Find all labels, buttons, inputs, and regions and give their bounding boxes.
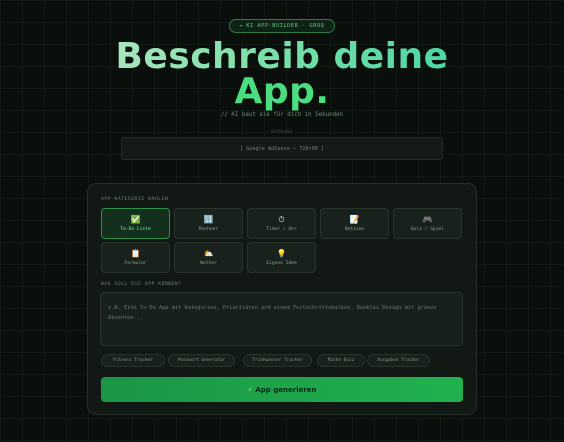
- calculator-icon: 🔢: [203, 215, 214, 224]
- hero-title-line2: App.: [234, 71, 330, 112]
- suggestion-chip[interactable]: Mathe Quiz: [317, 354, 365, 367]
- category-label: Rechner: [198, 227, 219, 232]
- suggestion-chip[interactable]: Trinkwasser Tracker: [243, 354, 312, 367]
- category-calculator[interactable]: 🔢 Rechner: [174, 208, 243, 239]
- check-icon: ✅: [130, 215, 141, 224]
- timer-icon: ⏱: [278, 215, 285, 224]
- ad-banner[interactable]: [ Google AdSense – 728×90 ]: [121, 137, 443, 160]
- suggestion-chip[interactable]: Ausgaben Tracker: [367, 354, 430, 367]
- app-badge: ✦ KI APP-BUILDER · GROQ: [229, 19, 335, 33]
- prompt-section-label: WAS SOLL DIE APP KÖNNEN?: [101, 282, 182, 287]
- lightbulb-icon: 💡: [276, 249, 287, 258]
- hero-title-line1: Beschreib deine: [0, 39, 564, 75]
- category-timer[interactable]: ⏱ Timer / Uhr: [247, 208, 316, 239]
- suggestion-chip[interactable]: Passwort Generator: [168, 354, 235, 367]
- category-label: Notizen: [344, 227, 365, 232]
- category-label: To-Do Liste: [120, 227, 151, 232]
- hero-subtitle: // KI baut sie für dich in Sekunden: [220, 112, 344, 118]
- suggestion-chip[interactable]: Fitness Tracker: [101, 354, 165, 367]
- badge-label: KI APP-BUILDER · GROQ: [246, 23, 325, 29]
- category-weather[interactable]: ⛅ Wetter: [174, 242, 243, 273]
- generate-button-label: App generieren: [255, 385, 317, 394]
- generate-app-button[interactable]: ⚡ App generieren: [101, 377, 463, 402]
- ad-label: WERBUNG: [271, 129, 293, 134]
- category-label: Quiz / Spiel: [410, 227, 445, 232]
- category-custom-idea[interactable]: 💡 Eigene Idee: [247, 242, 316, 273]
- category-quiz[interactable]: 🎮 Quiz / Spiel: [393, 208, 462, 239]
- form-icon: 📋: [130, 249, 141, 258]
- weather-icon: ⛅: [203, 249, 214, 258]
- sparkle-icon: ✦: [239, 23, 244, 29]
- gamepad-icon: 🎮: [422, 215, 433, 224]
- category-label: Formular: [124, 261, 147, 266]
- category-section-label: APP-KATEGORIE WÄHLEN: [101, 197, 169, 202]
- category-todo[interactable]: ✅ To-Do Liste: [101, 208, 170, 239]
- lightning-icon: ⚡: [247, 385, 253, 394]
- category-label: Wetter: [200, 261, 217, 266]
- category-form[interactable]: 📋 Formular: [101, 242, 170, 273]
- category-label: Timer / Uhr: [266, 227, 297, 232]
- ad-banner-text: [ Google AdSense – 728×90 ]: [239, 145, 325, 152]
- app-description-input[interactable]: [100, 292, 463, 346]
- category-notes[interactable]: 📝 Notizen: [320, 208, 389, 239]
- category-label: Eigene Idee: [266, 261, 297, 266]
- notes-icon: 📝: [349, 215, 360, 224]
